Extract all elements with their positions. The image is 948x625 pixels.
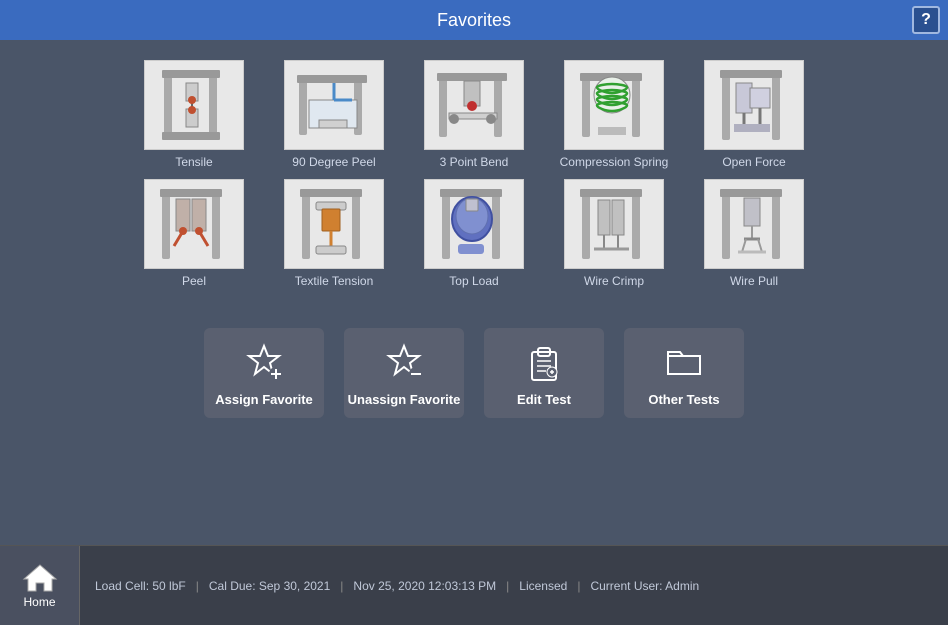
user-status: Current User: Admin <box>590 579 699 593</box>
test-label-top-load: Top Load <box>449 274 498 288</box>
star-minus-icon <box>382 340 426 384</box>
test-image-wire-crimp <box>564 179 664 269</box>
bottom-bar: Home Load Cell: 50 lbF | Cal Due: Sep 30… <box>0 545 948 625</box>
test-image-top-load <box>424 179 524 269</box>
test-image-peel <box>144 179 244 269</box>
status-bar: Load Cell: 50 lbF | Cal Due: Sep 30, 202… <box>80 546 948 625</box>
test-item-90-degree-peel[interactable]: 90 Degree Peel <box>279 60 389 169</box>
test-image-tensile <box>144 60 244 150</box>
divider-2: | <box>340 579 343 593</box>
test-item-tensile[interactable]: Tensile <box>139 60 249 169</box>
home-label: Home <box>23 595 55 609</box>
test-item-peel[interactable]: Peel <box>139 179 249 288</box>
test-item-open-force[interactable]: Open Force <box>699 60 809 169</box>
home-button[interactable]: Home <box>0 546 80 625</box>
edit-test-label: Edit Test <box>517 392 571 407</box>
test-image-textile-tension <box>284 179 384 269</box>
test-image-wire-pull <box>704 179 804 269</box>
unassign-favorite-button[interactable]: Unassign Favorite <box>344 328 464 418</box>
test-image-compression-spring <box>564 60 664 150</box>
test-item-3-point-bend[interactable]: 3 Point Bend <box>419 60 529 169</box>
help-button[interactable]: ? <box>912 6 940 34</box>
home-icon <box>22 563 58 593</box>
unassign-favorite-label: Unassign Favorite <box>348 392 461 407</box>
page-title: Favorites <box>437 10 511 31</box>
star-plus-icon <box>242 340 286 384</box>
other-tests-button[interactable]: Other Tests <box>624 328 744 418</box>
test-label-tensile: Tensile <box>175 155 212 169</box>
edit-test-button[interactable]: Edit Test <box>484 328 604 418</box>
main-content: Tensile 90 Degree Peel <box>0 40 948 545</box>
test-label-peel: Peel <box>182 274 206 288</box>
divider-1: | <box>196 579 199 593</box>
test-image-3-point-bend <box>424 60 524 150</box>
divider-3: | <box>506 579 509 593</box>
assign-favorite-button[interactable]: Assign Favorite <box>204 328 324 418</box>
test-label-wire-pull: Wire Pull <box>730 274 778 288</box>
folder-icon <box>662 340 706 384</box>
header: Favorites ? <box>0 0 948 40</box>
clipboard-icon <box>522 340 566 384</box>
test-item-wire-crimp[interactable]: Wire Crimp <box>559 179 669 288</box>
datetime-status: Nov 25, 2020 12:03:13 PM <box>353 579 496 593</box>
test-item-compression-spring[interactable]: Compression Spring <box>559 60 669 169</box>
test-label-3-point-bend: 3 Point Bend <box>440 155 509 169</box>
action-row: Assign Favorite Unassign Favorite <box>204 328 744 418</box>
assign-favorite-label: Assign Favorite <box>215 392 313 407</box>
test-label-wire-crimp: Wire Crimp <box>584 274 644 288</box>
test-grid: Tensile 90 Degree Peel <box>139 60 809 288</box>
test-item-wire-pull[interactable]: Wire Pull <box>699 179 809 288</box>
test-item-textile-tension[interactable]: Textile Tension <box>279 179 389 288</box>
divider-4: | <box>577 579 580 593</box>
test-image-open-force <box>704 60 804 150</box>
test-label-open-force: Open Force <box>722 155 785 169</box>
test-image-90-degree-peel <box>284 60 384 150</box>
other-tests-label: Other Tests <box>648 392 719 407</box>
load-cell-status: Load Cell: 50 lbF <box>95 579 186 593</box>
cal-due-status: Cal Due: Sep 30, 2021 <box>209 579 330 593</box>
licensed-status: Licensed <box>519 579 567 593</box>
test-label-90-degree-peel: 90 Degree Peel <box>292 155 375 169</box>
test-item-top-load[interactable]: Top Load <box>419 179 529 288</box>
test-label-compression-spring: Compression Spring <box>560 155 669 169</box>
test-label-textile-tension: Textile Tension <box>295 274 374 288</box>
